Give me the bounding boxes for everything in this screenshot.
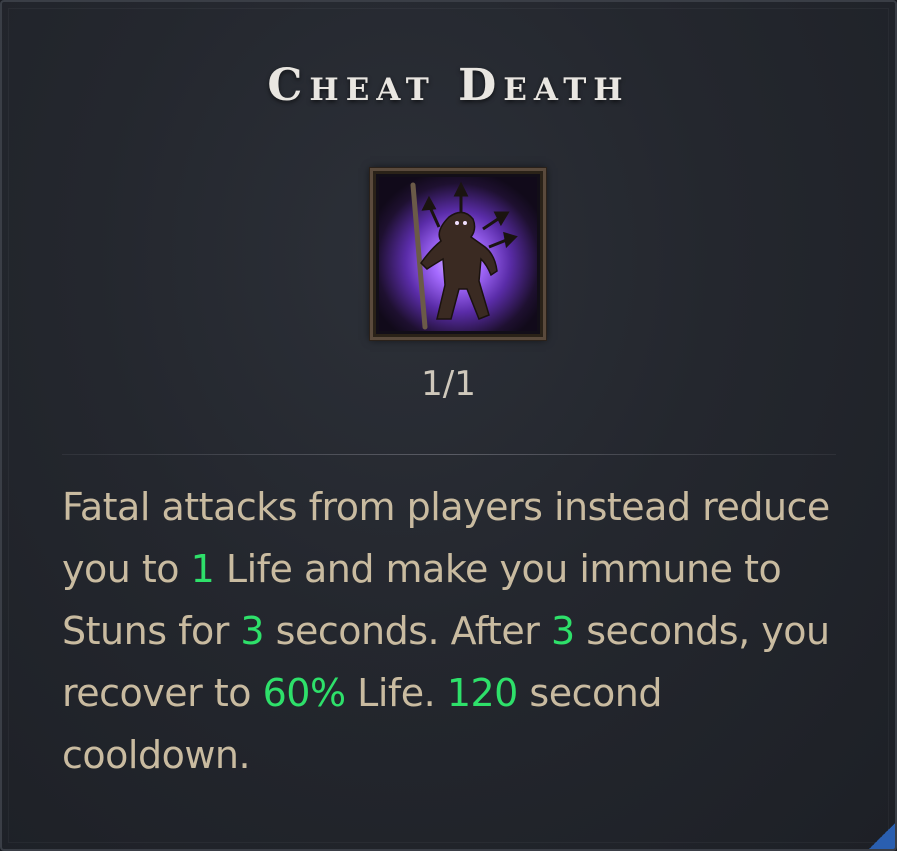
skill-tooltip: Cheat Death 1/1 Fatal attacks from playe… (0, 0, 897, 851)
description-value: 3 (550, 609, 575, 653)
skill-description: Fatal attacks from players instead reduc… (62, 476, 852, 786)
description-value: 3 (240, 609, 265, 653)
skill-rank: 1/1 (421, 364, 476, 404)
skill-icon-frame (369, 167, 547, 341)
description-value: 120 (446, 671, 519, 715)
skill-title: Cheat Death (267, 60, 630, 111)
description-text: Life. (345, 671, 447, 715)
description-value: 1 (190, 547, 215, 591)
description-value: 60% (262, 671, 346, 715)
corner-accent (869, 823, 895, 849)
hooded-figure-with-arrows-icon (379, 177, 537, 331)
description-text: seconds. After (264, 609, 551, 653)
divider (62, 454, 836, 455)
